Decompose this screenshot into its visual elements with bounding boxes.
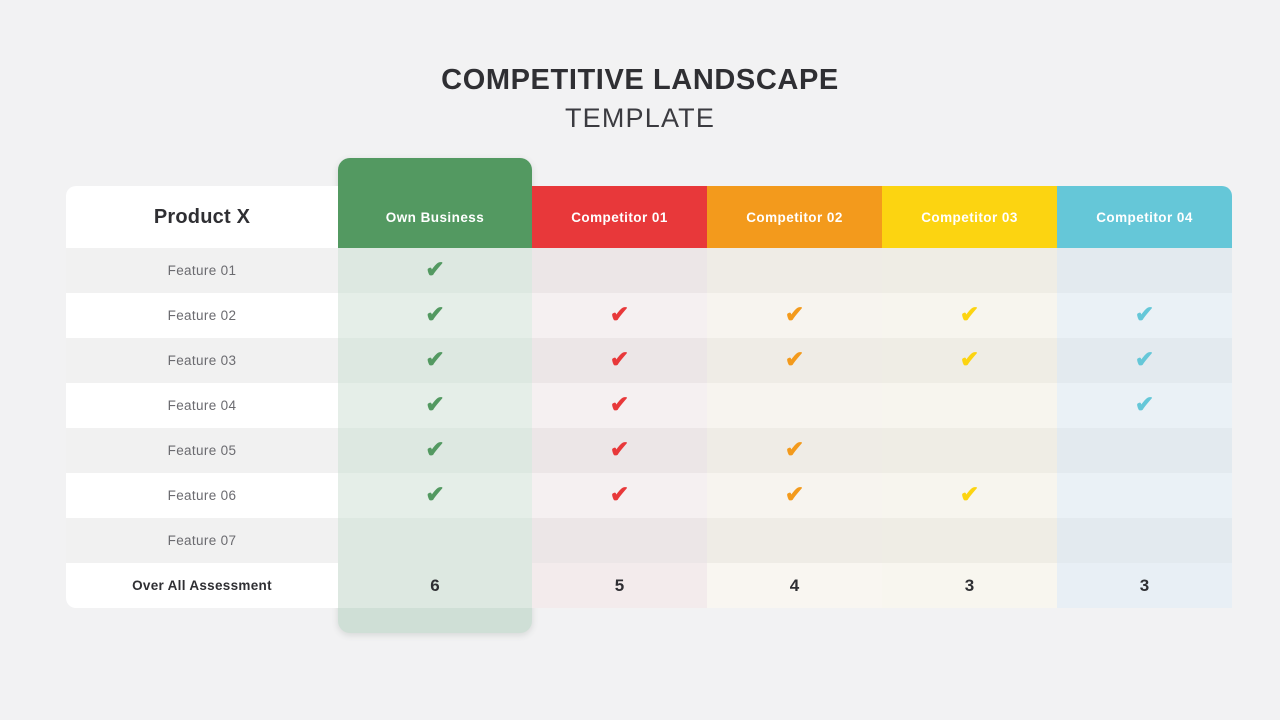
title-block: COMPETITIVE LANDSCAPE TEMPLATE	[0, 62, 1280, 137]
feature-label: Feature 07	[66, 518, 338, 563]
column-header-label: Competitor 01	[571, 209, 668, 225]
check-icon: ✔	[425, 301, 445, 327]
cell-competitor-03[interactable]: ✔	[882, 338, 1057, 383]
check-icon: ✔	[609, 436, 630, 462]
overall-assessment-label: Over All Assessment	[66, 563, 338, 608]
feature-label: Feature 03	[66, 338, 338, 383]
check-icon: ✔	[609, 391, 630, 417]
cell-competitor-04[interactable]: ✔	[1057, 383, 1232, 428]
check-icon: ✔	[609, 301, 630, 327]
cell-competitor-04[interactable]: ✔	[1057, 293, 1232, 338]
check-icon: ✔	[959, 481, 980, 507]
cell-competitor-01[interactable]: ✔	[532, 383, 707, 428]
check-icon: ✔	[425, 391, 445, 417]
check-icon: ✔	[425, 256, 445, 282]
check-icon: ✔	[784, 481, 805, 507]
table-row: Feature 07	[66, 518, 1232, 563]
cell-own-business[interactable]	[338, 518, 532, 563]
check-icon: ✔	[609, 481, 630, 507]
score-competitor-04: 3	[1057, 563, 1232, 608]
check-icon: ✔	[784, 436, 805, 462]
page-subtitle: TEMPLATE	[564, 103, 716, 134]
check-icon: ✔	[425, 436, 445, 462]
cell-own-business[interactable]: ✔	[338, 248, 532, 293]
cell-competitor-02[interactable]	[707, 248, 882, 293]
cell-competitor-04[interactable]: ✔	[1057, 338, 1232, 383]
page-title: COMPETITIVE LANDSCAPE	[441, 64, 839, 96]
table-row: Feature 05 ✔ ✔ ✔	[66, 428, 1232, 473]
cell-competitor-01[interactable]	[532, 248, 707, 293]
column-header-competitor-02[interactable]: Competitor 02	[707, 186, 882, 248]
check-icon: ✔	[1134, 391, 1155, 417]
own-business-header-fill	[338, 158, 532, 248]
cell-competitor-04[interactable]	[1057, 248, 1232, 293]
cell-competitor-02[interactable]: ✔	[707, 428, 882, 473]
feature-label: Feature 04	[66, 383, 338, 428]
cell-competitor-02[interactable]	[707, 383, 882, 428]
check-icon: ✔	[1134, 301, 1155, 327]
check-icon: ✔	[609, 346, 630, 372]
cell-own-business[interactable]: ✔	[338, 473, 532, 518]
cell-competitor-02[interactable]: ✔	[707, 473, 882, 518]
column-header-competitor-03[interactable]: Competitor 03	[882, 186, 1057, 248]
comparison-table: Product X Own Business Competitor 01 Com…	[66, 158, 1232, 633]
cell-own-business[interactable]: ✔	[338, 338, 532, 383]
column-header-competitor-04[interactable]: Competitor 04	[1057, 186, 1232, 248]
check-icon: ✔	[425, 481, 445, 507]
cell-competitor-04[interactable]	[1057, 473, 1232, 518]
score-competitor-03: 3	[882, 563, 1057, 608]
feature-label: Feature 01	[66, 248, 338, 293]
score-competitor-02: 4	[707, 563, 882, 608]
table-row: Feature 02 ✔ ✔ ✔ ✔ ✔	[66, 293, 1232, 338]
cell-competitor-01[interactable]	[532, 518, 707, 563]
cell-competitor-03[interactable]	[882, 428, 1057, 473]
cell-competitor-03[interactable]	[882, 518, 1057, 563]
feature-label: Feature 05	[66, 428, 338, 473]
score-own-business: 6	[338, 563, 532, 608]
product-name-header: Product X	[66, 186, 338, 248]
check-icon: ✔	[784, 301, 805, 327]
cell-own-business[interactable]: ✔	[338, 428, 532, 473]
table-row: Feature 06 ✔ ✔ ✔ ✔	[66, 473, 1232, 518]
cell-own-business[interactable]: ✔	[338, 383, 532, 428]
column-header-label: Competitor 04	[1096, 209, 1193, 225]
table-row: Feature 03 ✔ ✔ ✔ ✔ ✔	[66, 338, 1232, 383]
check-icon: ✔	[959, 346, 980, 372]
feature-label: Feature 02	[66, 293, 338, 338]
table-row: Feature 01 ✔	[66, 248, 1232, 293]
check-icon: ✔	[1134, 346, 1155, 372]
column-header-label: Competitor 02	[746, 209, 843, 225]
table-header-row: Product X Own Business Competitor 01 Com…	[66, 158, 1232, 248]
cell-competitor-01[interactable]: ✔	[532, 338, 707, 383]
overall-assessment-row: Over All Assessment 6 5 4 3 3	[66, 563, 1232, 608]
cell-own-business[interactable]: ✔	[338, 293, 532, 338]
comparison-grid: Product X Own Business Competitor 01 Com…	[66, 158, 1232, 608]
column-header-label: Competitor 03	[921, 209, 1018, 225]
cell-competitor-02[interactable]: ✔	[707, 293, 882, 338]
column-header-label: Own Business	[385, 209, 485, 225]
cell-competitor-04[interactable]	[1057, 518, 1232, 563]
table-body: Feature 01 ✔ Feature 02 ✔ ✔ ✔ ✔ ✔ Feature 03 ✔ ✔ ✔ ✔…	[66, 248, 1232, 563]
check-icon: ✔	[959, 301, 980, 327]
cell-competitor-03[interactable]	[882, 248, 1057, 293]
score-competitor-01: 5	[532, 563, 707, 608]
column-header-own-business[interactable]: Own Business	[338, 158, 532, 248]
cell-competitor-02[interactable]: ✔	[707, 338, 882, 383]
feature-label: Feature 06	[66, 473, 338, 518]
cell-competitor-03[interactable]: ✔	[882, 473, 1057, 518]
cell-competitor-01[interactable]: ✔	[532, 428, 707, 473]
cell-competitor-04[interactable]	[1057, 428, 1232, 473]
cell-competitor-03[interactable]	[882, 383, 1057, 428]
cell-competitor-01[interactable]: ✔	[532, 473, 707, 518]
check-icon: ✔	[784, 346, 805, 372]
check-icon: ✔	[425, 346, 445, 372]
column-header-competitor-01[interactable]: Competitor 01	[532, 186, 707, 248]
cell-competitor-01[interactable]: ✔	[532, 293, 707, 338]
table-row: Feature 04 ✔ ✔ ✔	[66, 383, 1232, 428]
cell-competitor-02[interactable]	[707, 518, 882, 563]
cell-competitor-03[interactable]: ✔	[882, 293, 1057, 338]
